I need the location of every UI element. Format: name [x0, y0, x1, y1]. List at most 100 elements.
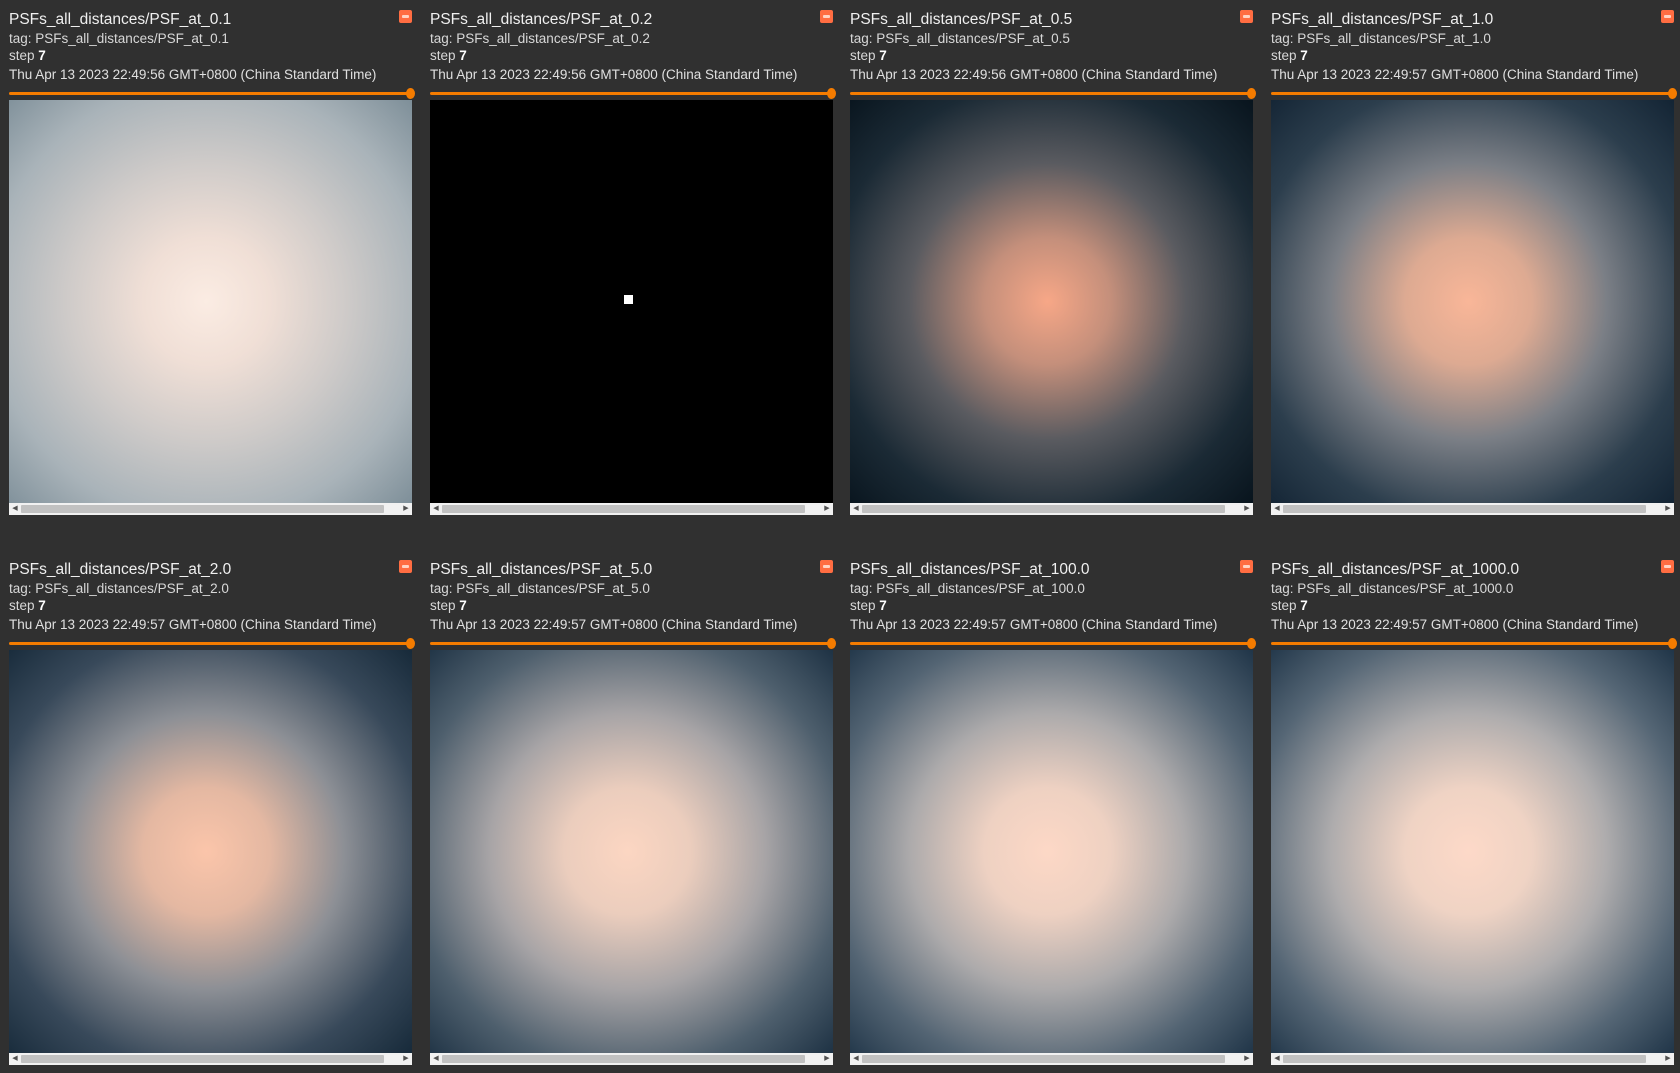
horizontal-scrollbar[interactable]: ◀ ▶ [9, 503, 412, 515]
psf-image [9, 650, 412, 1053]
scroll-right-arrow-icon[interactable]: ▶ [1662, 503, 1674, 515]
image-card: PSFs_all_distances/PSF_at_0.1 tag: PSFs_… [9, 10, 415, 540]
step-slider[interactable] [9, 88, 415, 100]
scroll-right-arrow-icon[interactable]: ▶ [1241, 503, 1253, 515]
pin-icon[interactable] [399, 10, 412, 23]
slider-thumb[interactable] [827, 638, 836, 649]
scroll-right-arrow-icon[interactable]: ▶ [1662, 1053, 1674, 1065]
image-card: PSFs_all_distances/PSF_at_1000.0 tag: PS… [1271, 560, 1677, 1073]
step-label: step [1271, 48, 1297, 63]
slider-thumb[interactable] [406, 88, 415, 99]
step-value: 7 [38, 598, 46, 613]
pin-icon[interactable] [820, 10, 833, 23]
step-slider[interactable] [1271, 88, 1677, 100]
image-card: PSFs_all_distances/PSF_at_1.0 tag: PSFs_… [1271, 10, 1677, 540]
card-title: PSFs_all_distances/PSF_at_2.0 [9, 561, 232, 578]
horizontal-scrollbar[interactable]: ◀ ▶ [9, 1053, 412, 1065]
slider-track[interactable] [850, 642, 1251, 645]
slider-thumb[interactable] [1668, 88, 1677, 99]
pin-icon[interactable] [820, 560, 833, 573]
slider-track[interactable] [1271, 642, 1672, 645]
scroll-left-arrow-icon[interactable]: ◀ [9, 1053, 21, 1065]
step-label: step [9, 598, 35, 613]
step-label: step [1271, 598, 1297, 613]
slider-thumb[interactable] [1668, 638, 1677, 649]
step-value: 7 [38, 48, 46, 63]
step-label: step [850, 48, 876, 63]
scroll-right-arrow-icon[interactable]: ▶ [400, 503, 412, 515]
scrollbar-thumb[interactable] [1283, 1055, 1646, 1063]
horizontal-scrollbar[interactable]: ◀ ▶ [850, 1053, 1253, 1065]
step-slider[interactable] [850, 88, 1256, 100]
card-tag: tag: PSFs_all_distances/PSF_at_0.5 [850, 31, 1070, 46]
step-slider[interactable] [430, 638, 836, 650]
slider-track[interactable] [850, 92, 1251, 95]
image-card: PSFs_all_distances/PSF_at_0.2 tag: PSFs_… [430, 10, 836, 540]
card-title: PSFs_all_distances/PSF_at_0.5 [850, 11, 1073, 28]
card-timestamp: Thu Apr 13 2023 22:49:57 GMT+0800 (China… [430, 617, 798, 632]
psf-image [1271, 100, 1674, 503]
pin-icon[interactable] [1661, 10, 1674, 23]
horizontal-scrollbar[interactable]: ◀ ▶ [1271, 1053, 1674, 1065]
slider-thumb[interactable] [1247, 638, 1256, 649]
scroll-right-arrow-icon[interactable]: ▶ [1241, 1053, 1253, 1065]
scrollbar-thumb[interactable] [21, 505, 384, 513]
step-label: step [430, 598, 456, 613]
horizontal-scrollbar[interactable]: ◀ ▶ [1271, 503, 1674, 515]
step-value: 7 [459, 48, 467, 63]
step-value: 7 [459, 598, 467, 613]
scroll-left-arrow-icon[interactable]: ◀ [850, 503, 862, 515]
scroll-right-arrow-icon[interactable]: ▶ [400, 1053, 412, 1065]
step-slider[interactable] [1271, 638, 1677, 650]
image-card-grid: PSFs_all_distances/PSF_at_0.1 tag: PSFs_… [0, 0, 1680, 1073]
card-timestamp: Thu Apr 13 2023 22:49:57 GMT+0800 (China… [850, 617, 1218, 632]
card-title: PSFs_all_distances/PSF_at_0.2 [430, 11, 653, 28]
card-title: PSFs_all_distances/PSF_at_5.0 [430, 561, 653, 578]
card-step: step 7 [850, 597, 887, 614]
card-timestamp: Thu Apr 13 2023 22:49:56 GMT+0800 (China… [850, 67, 1218, 82]
pin-icon[interactable] [1240, 10, 1253, 23]
horizontal-scrollbar[interactable]: ◀ ▶ [430, 503, 833, 515]
card-tag: tag: PSFs_all_distances/PSF_at_0.2 [430, 31, 650, 46]
scroll-left-arrow-icon[interactable]: ◀ [9, 503, 21, 515]
pin-icon[interactable] [1240, 560, 1253, 573]
slider-track[interactable] [1271, 92, 1672, 95]
horizontal-scrollbar[interactable]: ◀ ▶ [850, 503, 1253, 515]
step-slider[interactable] [9, 638, 415, 650]
scrollbar-thumb[interactable] [862, 505, 1225, 513]
step-slider[interactable] [430, 88, 836, 100]
psf-image [430, 100, 833, 503]
scrollbar-thumb[interactable] [442, 1055, 805, 1063]
slider-track[interactable] [430, 92, 831, 95]
scroll-right-arrow-icon[interactable]: ▶ [821, 503, 833, 515]
horizontal-scrollbar[interactable]: ◀ ▶ [430, 1053, 833, 1065]
scrollbar-thumb[interactable] [862, 1055, 1225, 1063]
scroll-left-arrow-icon[interactable]: ◀ [1271, 503, 1283, 515]
scrollbar-thumb[interactable] [1283, 505, 1646, 513]
scrollbar-thumb[interactable] [442, 505, 805, 513]
card-tag: tag: PSFs_all_distances/PSF_at_0.1 [9, 31, 229, 46]
step-slider[interactable] [850, 638, 1256, 650]
scroll-left-arrow-icon[interactable]: ◀ [430, 1053, 442, 1065]
scrollbar-thumb[interactable] [21, 1055, 384, 1063]
scroll-left-arrow-icon[interactable]: ◀ [430, 503, 442, 515]
slider-track[interactable] [9, 642, 410, 645]
pin-icon[interactable] [1661, 560, 1674, 573]
card-step: step 7 [9, 597, 46, 614]
slider-track[interactable] [9, 92, 410, 95]
step-value: 7 [1300, 598, 1308, 613]
image-card: PSFs_all_distances/PSF_at_0.5 tag: PSFs_… [850, 10, 1256, 540]
pin-icon[interactable] [399, 560, 412, 573]
psf-image [430, 650, 833, 1053]
slider-thumb[interactable] [406, 638, 415, 649]
scroll-left-arrow-icon[interactable]: ◀ [1271, 1053, 1283, 1065]
scroll-right-arrow-icon[interactable]: ▶ [821, 1053, 833, 1065]
slider-thumb[interactable] [827, 88, 836, 99]
card-title: PSFs_all_distances/PSF_at_100.0 [850, 561, 1090, 578]
slider-thumb[interactable] [1247, 88, 1256, 99]
card-step: step 7 [1271, 47, 1308, 64]
scroll-left-arrow-icon[interactable]: ◀ [850, 1053, 862, 1065]
slider-track[interactable] [430, 642, 831, 645]
card-timestamp: Thu Apr 13 2023 22:49:57 GMT+0800 (China… [9, 617, 377, 632]
psf-image [1271, 650, 1674, 1053]
